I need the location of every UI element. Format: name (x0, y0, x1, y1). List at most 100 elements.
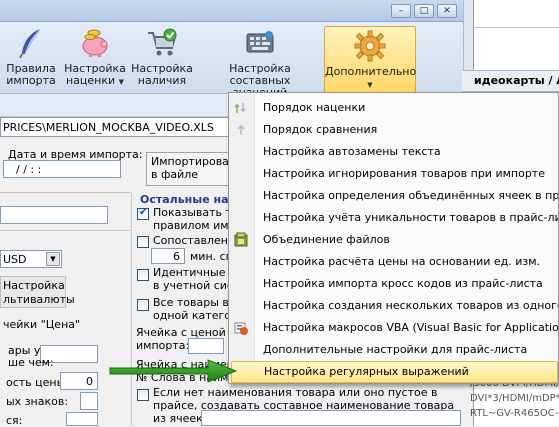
menu-item-autoreplace[interactable]: Настройка автозамены текста (231, 141, 558, 163)
match-checkbox[interactable] (137, 236, 149, 248)
min-value: 6 (173, 250, 180, 263)
currency-value: USD (3, 253, 27, 266)
menu-item-markup-order[interactable]: Порядок наценки (231, 97, 558, 119)
menu-item-label: Настройка макросов VBA (Visual Basic for… (263, 321, 558, 334)
check-label: Сопоставлени (153, 234, 236, 247)
divider (131, 192, 132, 426)
arrows-icon (237, 124, 245, 135)
menu-item-ignore-goods[interactable]: Настройка игнорирования товаров при импо… (231, 163, 558, 185)
minimize-button[interactable]: – (391, 4, 411, 18)
maximize-button[interactable]: □ (414, 4, 434, 18)
import-rules-button[interactable]: Правила импорта (2, 24, 60, 92)
quill-icon (19, 28, 41, 59)
imported-file-label2: в файле (151, 168, 199, 181)
green-arrow-icon (109, 359, 238, 383)
close-button[interactable]: ✕ (437, 4, 457, 18)
currency-select[interactable]: USD ▼ (0, 250, 62, 268)
menu-item-label: Настройка расчёта цены на основании ед. … (263, 255, 541, 268)
check-label: Если нет наименования товара или оно пус… (153, 386, 438, 399)
availability-settings-button[interactable]: Настройка наличия (130, 24, 194, 92)
cart-icon (148, 28, 177, 56)
chevron-down-icon[interactable]: ▼ (46, 252, 60, 266)
piggy-bank-icon (82, 29, 108, 57)
multicurrency-label1: Настройка (3, 279, 65, 292)
import-label: импорта: (136, 339, 190, 352)
divider (0, 230, 130, 231)
check-label: Идентичные к (153, 266, 236, 279)
left-panel (0, 192, 130, 426)
cells-field[interactable] (201, 410, 461, 426)
menu-item-label: Настройка импорта кросс кодов из прайс-л… (263, 277, 543, 290)
composite-values-button[interactable]: Настройка составных значений (198, 24, 322, 99)
min-value-field[interactable]: 6 (151, 248, 185, 264)
check-label: из ячеек: (153, 412, 207, 425)
price-precision-value: 0 (86, 375, 93, 388)
price-precision-field[interactable]: 0 (60, 372, 98, 390)
background-row: RTL~GV-R465OC-1 (470, 408, 559, 419)
background-column-header: идеокарты / АТ (462, 70, 559, 92)
multicurrency-label2: льтивалюты (3, 293, 75, 306)
show-goods-checkbox[interactable] (137, 207, 149, 220)
left-row-label: ся: (6, 414, 23, 427)
chevron-down-icon: ▼ (367, 81, 373, 89)
gear-icon (354, 30, 386, 62)
menu-item-cross-codes[interactable]: Настройка импорта кросс кодов из прайс-л… (231, 273, 558, 295)
menu-item-merged-cells[interactable]: Настройка определения объединённых ячеек… (231, 185, 558, 207)
menu-item-label: Объединение файлов (263, 233, 390, 246)
menu-item-regex[interactable]: Настройка регулярных выражений (231, 361, 558, 383)
check-label: одной категор (153, 309, 238, 322)
menu-item-merge-files[interactable]: Объединение файлов (231, 229, 558, 251)
import-date-field[interactable]: / / : : (3, 160, 121, 178)
menu-item-multiple-goods[interactable]: Настройка создания нескольких товаров из… (231, 295, 558, 317)
menu-item-label: Настройка регулярных выражений (264, 365, 469, 378)
multicurrency-settings-button[interactable]: Настройка льтивалюты (0, 276, 75, 308)
name-field[interactable] (0, 206, 108, 224)
min-label: мин. сп (190, 250, 233, 263)
import-rules-label2: импорта (6, 74, 56, 87)
check-label: Показывать то (153, 206, 239, 219)
background-row: DVI*3/HDMI/mDP* (470, 393, 559, 404)
background-window-top (474, 0, 559, 28)
file-path-value: PRICES\MERLION_MOCKBA_VIDEO.XLS (3, 121, 214, 134)
left-row-label: ше чем: (8, 356, 54, 369)
menu-item-uniqueness[interactable]: Настройка учёта уникальности товаров в п… (231, 207, 558, 229)
menu-item-vba-macros[interactable]: Настройка макросов VBA (Visual Basic for… (231, 317, 558, 339)
imported-file-box: Импортироват в файле (146, 152, 236, 186)
check-label: Все товары в п (153, 296, 240, 309)
check-label: в учетной сист (153, 279, 240, 292)
menu-item-label: Порядок наценки (263, 101, 366, 114)
advanced-label: Дополнительно (325, 65, 417, 78)
imported-file-label1: Импортироват (151, 155, 236, 168)
vba-icon (234, 322, 248, 335)
price-cell-label: чейки "Цена" (3, 318, 81, 331)
menu-item-label: Дополнительные настройки для прайс-листа (263, 343, 528, 356)
left-row-field[interactable] (66, 412, 98, 426)
availability-settings-label2: наличия (137, 74, 187, 87)
identical-checkbox[interactable] (137, 269, 149, 281)
other-settings-title: Остальные нас (140, 193, 236, 206)
composite-values-label1: Настройка составных (229, 62, 291, 87)
markup-settings-label2: наценки (65, 74, 116, 87)
arrows-icon (234, 103, 246, 113)
menu-item-label: Настройка определения объединённых ячеек… (263, 189, 558, 202)
composite-name-checkbox[interactable] (137, 389, 149, 401)
menu-item-label: Порядок сравнения (263, 123, 378, 136)
chevron-down-icon: ▼ (118, 78, 125, 86)
markup-settings-button[interactable]: Настройка наценки ▼ (62, 24, 128, 92)
menu-item-label: Настройка учёта уникальности товаров в п… (263, 211, 558, 224)
left-row-label: ых знаков: (6, 395, 69, 408)
menu-item-label: Настройка автозамены текста (263, 145, 441, 158)
advanced-button[interactable]: Дополнительно ▼ (324, 26, 416, 94)
menu-item-compare-order[interactable]: Порядок сравнения (231, 119, 558, 141)
menu-item-unit-price[interactable]: Настройка расчёта цены на основании ед. … (231, 251, 558, 273)
advanced-dropdown-menu: Порядок наценки Порядок сравнения Настро… (228, 92, 559, 384)
import-date-value: / / : : (16, 163, 42, 176)
menu-item-label: Настройка создания нескольких товаров из… (263, 299, 558, 312)
all-goods-checkbox[interactable] (137, 299, 149, 311)
menu-item-additional-settings[interactable]: Дополнительные настройки для прайс-листа (231, 339, 558, 361)
merge-files-icon (234, 232, 248, 247)
decimal-places-field[interactable] (80, 392, 98, 410)
keyboard-icon (246, 31, 274, 53)
menu-item-label: Настройка игнорирования товаров при импо… (263, 167, 545, 180)
import-cell-field[interactable] (188, 338, 224, 354)
